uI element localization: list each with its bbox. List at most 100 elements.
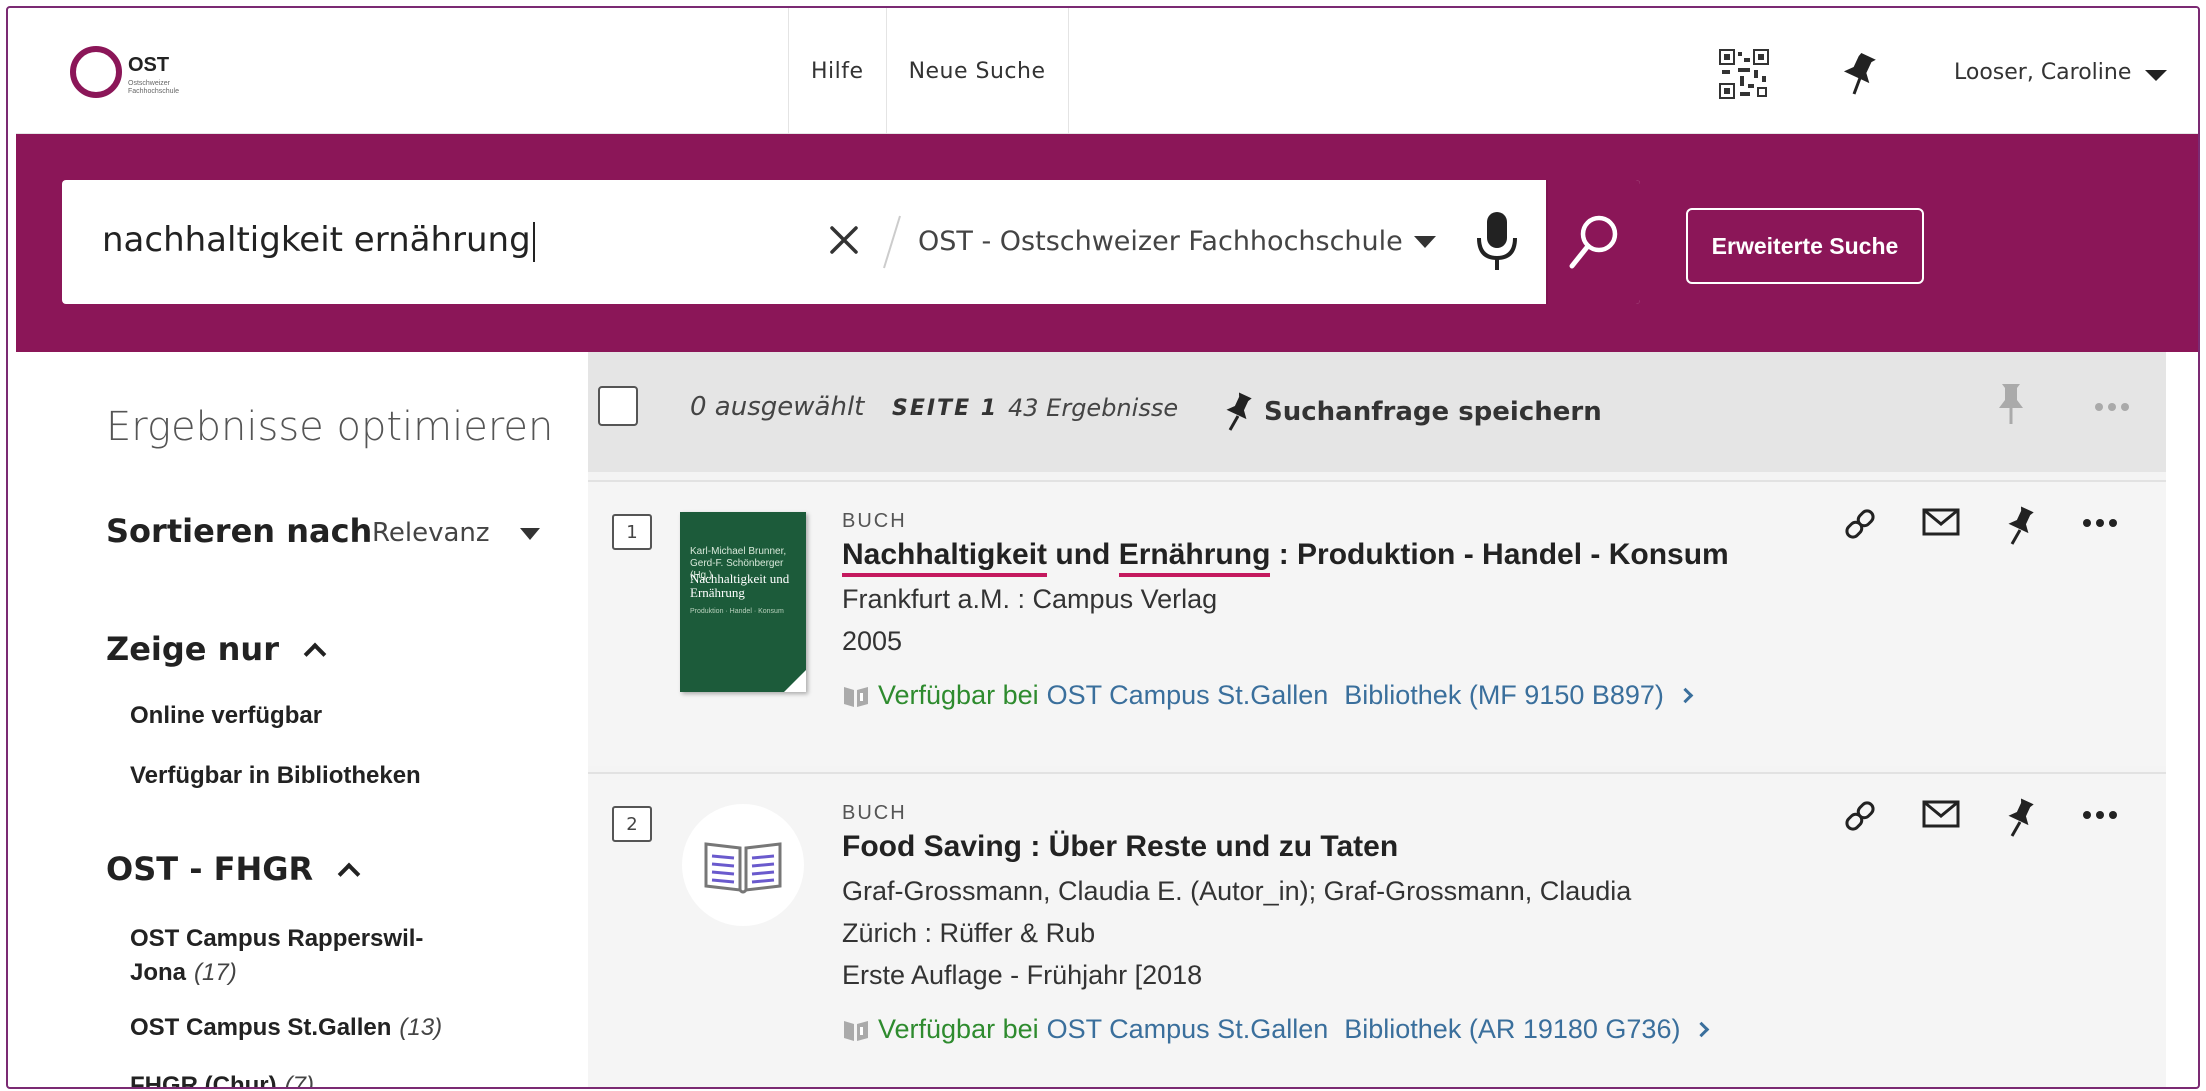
result-item[interactable]: 1 Karl-Michael Brunner, Gerd-F. Schönber… — [588, 480, 2166, 766]
result-edition: Erste Auflage - Frühjahr [2018 — [842, 960, 1203, 990]
text-cursor — [532, 221, 535, 262]
book-placeholder-thumbnail[interactable] — [682, 804, 804, 926]
chevron-up-icon — [337, 862, 361, 886]
title-text: und — [1047, 538, 1119, 571]
book-cover-thumbnail[interactable]: Karl-Michael Brunner, Gerd-F. Schönberge… — [680, 512, 806, 692]
facet-label: OST Campus St.Gallen — [130, 1014, 392, 1041]
logo-ring-icon — [70, 46, 122, 98]
ost-fhgr-group[interactable]: OST - FHGR — [106, 850, 361, 888]
cover-corner — [784, 670, 806, 692]
top-bar: OST Ostschweizer Fachhochschule Hilfe Ne… — [16, 8, 2198, 134]
result-number[interactable]: 2 — [612, 806, 652, 842]
selected-count: 0 ausgewählt — [690, 392, 865, 422]
availability-location: OST Campus St.Gallen — [1046, 1014, 1329, 1044]
browser-frame: OST Ostschweizer Fachhochschule Hilfe Ne… — [6, 6, 2200, 1089]
availability-status: Verfügbar bei — [878, 680, 1039, 710]
cover-subtitle: Produktion · Handel · Konsum — [690, 608, 784, 615]
result-actions — [1842, 506, 2142, 546]
logo-text: OST — [128, 54, 170, 76]
availability-shelf: Bibliothek (AR 19180 G736) — [1344, 1014, 1681, 1044]
results-count: 43 Ergebnisse — [1008, 394, 1179, 422]
search-band: nachhaltigkeit ernährung OST - Ostschwei… — [16, 134, 2198, 352]
availability-line[interactable]: Verfügbar bei OST Campus St.Gallen Bibli… — [842, 680, 1694, 711]
email-icon[interactable] — [1922, 798, 1960, 830]
facet-label: OST Campus Rapperswil- — [130, 925, 424, 952]
search-query-text: nachhaltigkeit ernährung — [102, 220, 531, 260]
book-icon — [704, 842, 782, 894]
availability-line[interactable]: Verfügbar bei OST Campus St.Gallen Bibli… — [842, 1014, 1710, 1045]
facet-campus-rapperswil[interactable]: OST Campus Rapperswil- Jona (17) — [130, 922, 423, 990]
library-book-icon — [844, 1020, 868, 1041]
result-actions — [1842, 798, 2142, 838]
chevron-right-icon — [1677, 687, 1694, 704]
chevron-up-icon — [303, 642, 327, 666]
ost-fhgr-title: OST - FHGR — [106, 850, 314, 888]
chevron-right-icon — [1694, 1021, 1710, 1038]
results-panel: 0 ausgewählt SEITE 1 43 Ergebnisse Sucha… — [588, 352, 2166, 1087]
search-button[interactable] — [1546, 180, 1640, 304]
facet-library-available[interactable]: Verfügbar in Bibliotheken — [130, 762, 421, 790]
result-author: Graf-Grossmann, Claudia E. (Autor_in); G… — [842, 876, 1632, 906]
result-item[interactable]: 2 BUCH Food Saving : Über Reste und zu T… — [588, 772, 2166, 1087]
title-text: : Produktion - Handel - Konsum — [1270, 538, 1729, 571]
cover-title: Nachhaltigkeit und Ernährung — [690, 571, 790, 600]
more-icon[interactable] — [2082, 810, 2118, 820]
page-indicator: SEITE 1 — [892, 396, 999, 421]
search-icon — [1569, 215, 1618, 269]
library-book-icon — [844, 686, 868, 707]
availability-location: OST Campus St.Gallen — [1046, 680, 1329, 710]
user-menu[interactable]: Looser, Caroline — [1954, 60, 2168, 85]
title-highlight: Ernährung — [1118, 538, 1271, 577]
save-query-button[interactable]: Suchanfrage speichern — [1222, 392, 1602, 432]
resource-type: BUCH — [842, 802, 907, 824]
availability-status: Verfügbar bei — [878, 1014, 1039, 1044]
chevron-down-icon[interactable] — [1414, 236, 1436, 248]
link-icon[interactable] — [1842, 798, 1878, 834]
link-icon[interactable] — [1842, 506, 1878, 542]
more-icon[interactable] — [2082, 518, 2118, 528]
qr-code-icon[interactable] — [1718, 48, 1770, 100]
close-icon[interactable] — [824, 220, 864, 260]
facet-count: (13) — [399, 1014, 443, 1041]
search-box: nachhaltigkeit ernährung OST - Ostschwei… — [62, 180, 1640, 304]
facet-campus-stgallen[interactable]: OST Campus St.Gallen (13) — [130, 1014, 442, 1042]
facet-count: (7) — [284, 1072, 314, 1089]
pin-icon[interactable] — [2004, 506, 2038, 546]
sort-label: Sortieren nach — [106, 512, 373, 550]
facet-online-available[interactable]: Online verfügbar — [130, 702, 322, 730]
show-only-group[interactable]: Zeige nur — [106, 630, 327, 668]
result-title[interactable]: Nachhaltigkeit und Ernährung : Produktio… — [842, 538, 1729, 577]
ost-logo[interactable]: OST Ostschweizer Fachhochschule — [70, 44, 210, 104]
facet-label: Jona — [130, 959, 187, 986]
advanced-search-button[interactable]: Erweiterte Suche — [1686, 208, 1924, 284]
show-only-title: Zeige nur — [106, 630, 279, 668]
chevron-down-icon[interactable] — [520, 528, 540, 540]
save-query-label: Suchanfrage speichern — [1264, 397, 1602, 427]
facet-fhgr-chur[interactable]: FHGR (Chur) (7) — [130, 1072, 314, 1089]
result-title[interactable]: Food Saving : Über Reste und zu Taten — [842, 830, 1398, 864]
facet-label: FHGR (Chur) — [130, 1072, 277, 1089]
select-all-checkbox[interactable] — [598, 386, 638, 426]
search-input[interactable]: nachhaltigkeit ernährung — [102, 220, 535, 262]
user-name: Looser, Caroline — [1954, 60, 2132, 85]
email-icon[interactable] — [1922, 506, 1960, 538]
pin-icon[interactable] — [1840, 50, 1880, 96]
top-nav: Hilfe Neue Suche — [788, 8, 1069, 134]
facet-count: (17) — [194, 959, 237, 986]
more-icon[interactable] — [2094, 402, 2130, 412]
result-number[interactable]: 1 — [612, 514, 652, 550]
chevron-down-icon — [2145, 70, 2168, 81]
facets-title: Ergebnisse optimieren — [106, 404, 554, 450]
sort-select[interactable]: Relevanz — [372, 518, 490, 548]
search-scope-select[interactable]: OST - Ostschweizer Fachhochschule — [918, 226, 1403, 257]
result-publisher: Zürich : Rüffer & Rub — [842, 918, 1096, 948]
nav-help[interactable]: Hilfe — [788, 8, 886, 134]
divider-slash — [883, 215, 901, 269]
title-highlight: Nachhaltigkeit — [842, 538, 1048, 577]
logo-subtitle: Ostschweizer Fachhochschule — [128, 80, 179, 95]
microphone-icon[interactable] — [1472, 210, 1522, 274]
pin-icon[interactable] — [1996, 382, 2026, 426]
pin-icon[interactable] — [2004, 798, 2038, 838]
resource-type: BUCH — [842, 510, 907, 532]
nav-new-search[interactable]: Neue Suche — [885, 8, 1069, 134]
